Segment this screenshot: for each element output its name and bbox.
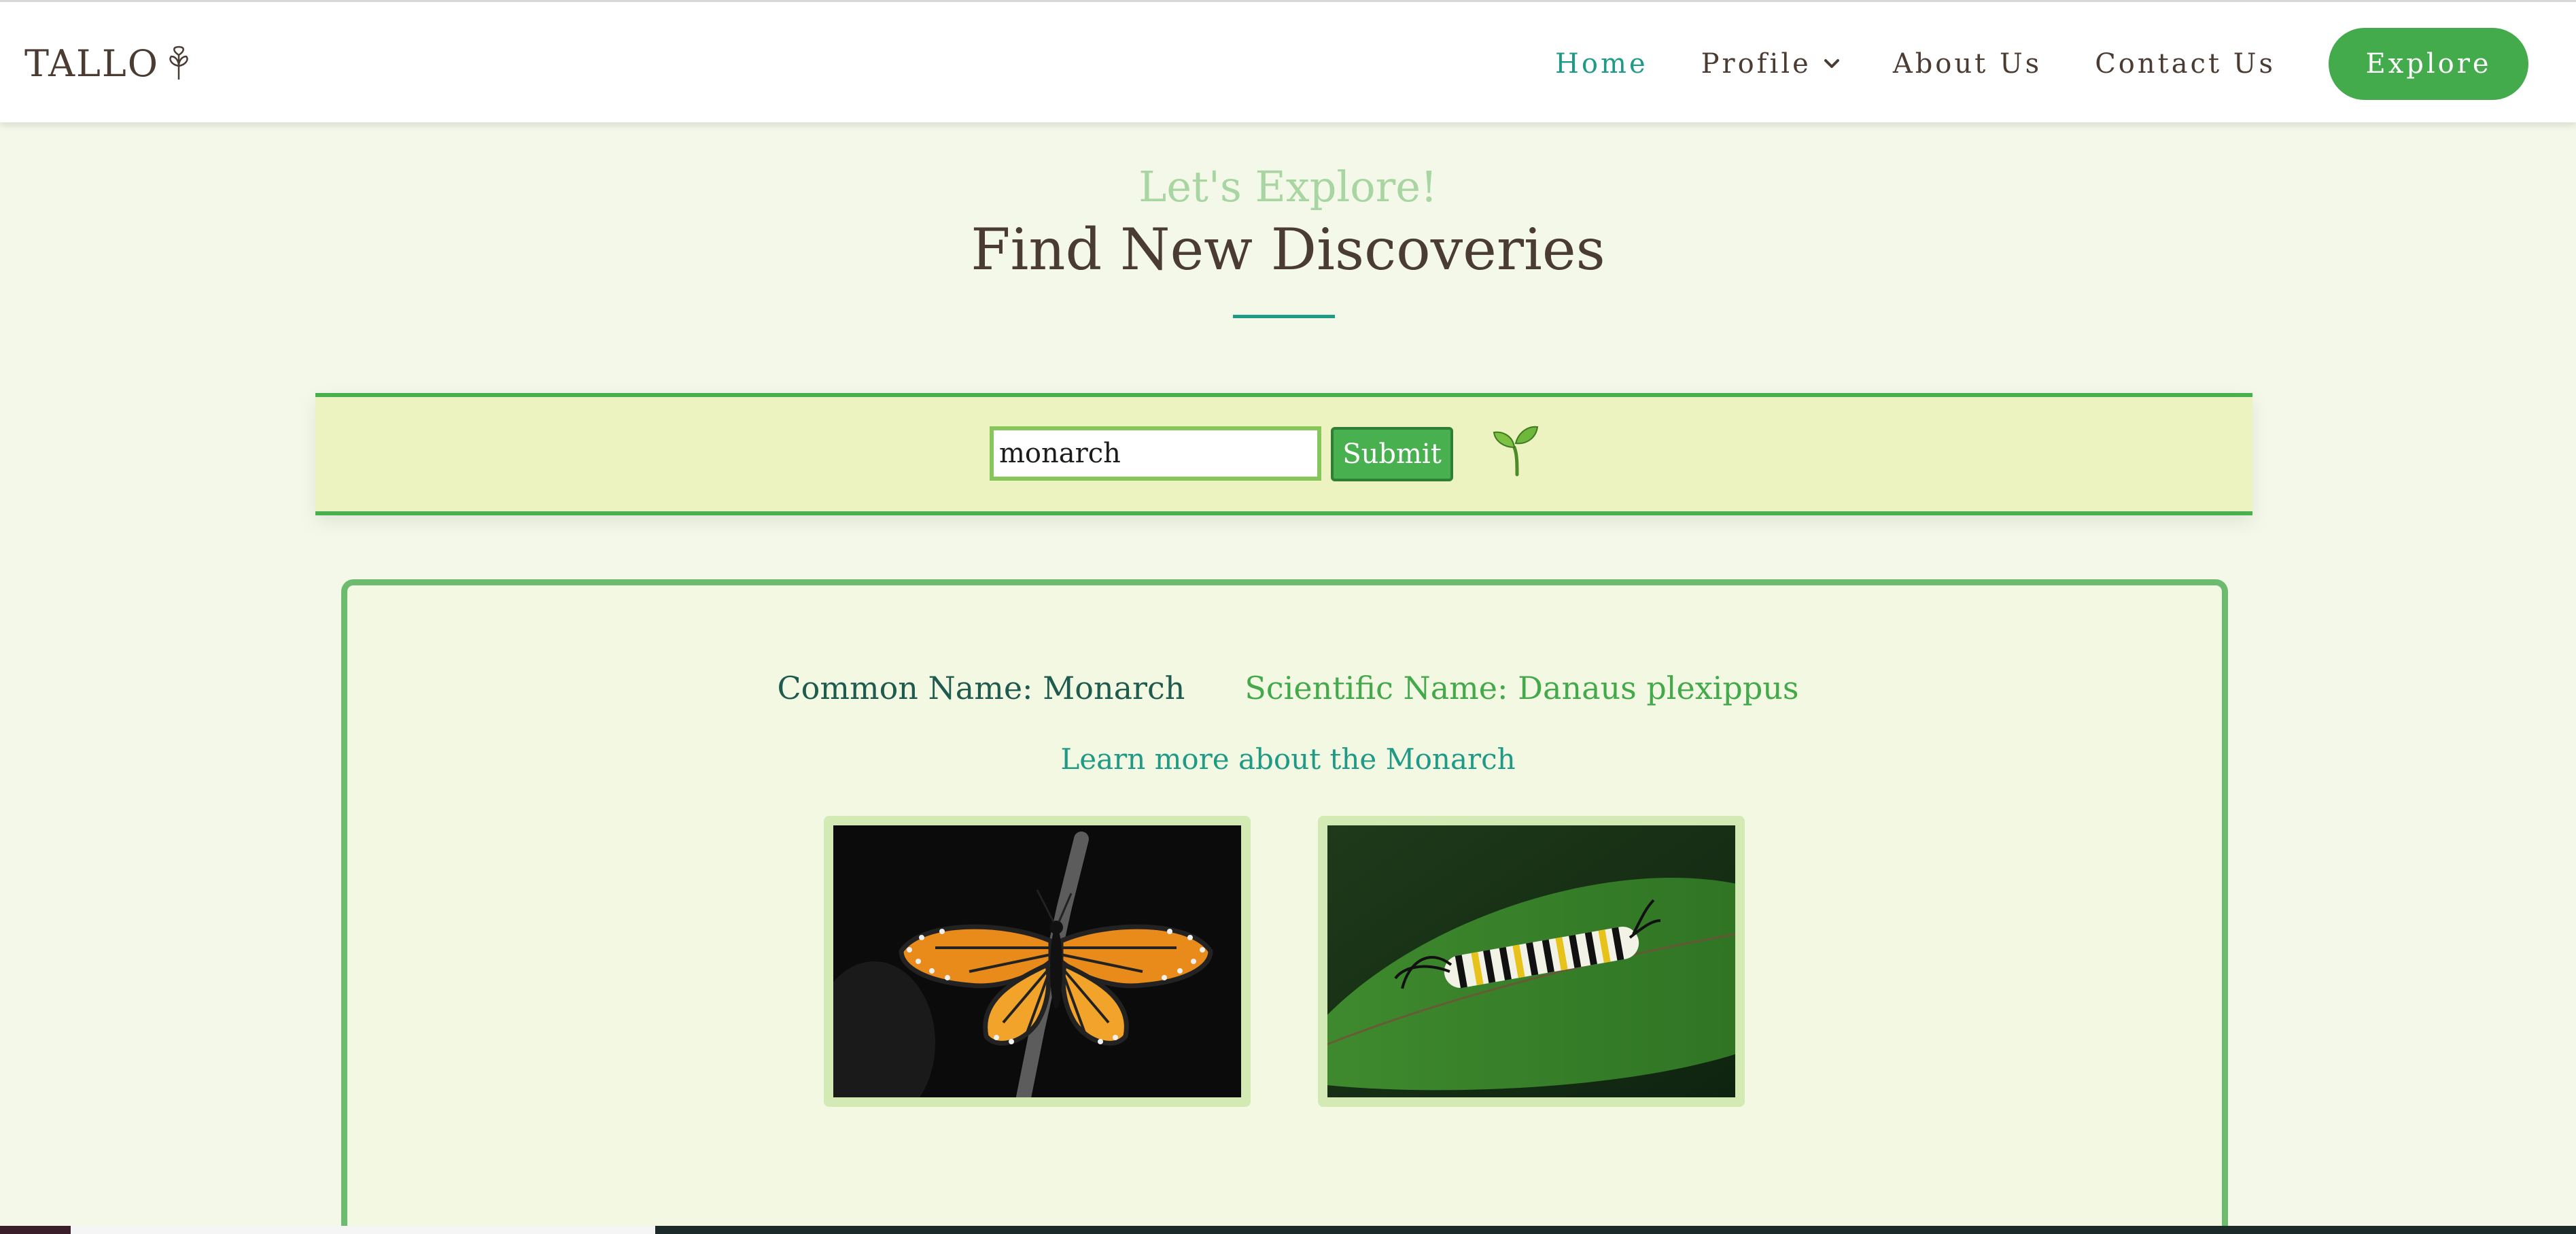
explore-button[interactable]: Explore — [2329, 28, 2528, 100]
page-title: Find New Discoveries — [971, 216, 1605, 283]
learn-more-link[interactable]: Learn more about the Monarch — [0, 742, 2576, 776]
hero-subtitle: Let's Explore! — [1138, 162, 1438, 211]
brand-logo[interactable]: TALLO — [24, 39, 193, 87]
search-input[interactable] — [990, 426, 1321, 481]
main-nav: Home Profile About Us Contact Us Explore — [1502, 28, 2528, 100]
leaf-icon — [169, 46, 188, 80]
nav-contact-link[interactable]: Contact Us — [2095, 48, 2276, 80]
species-names: Common Name: Monarch Scientific Name: Da… — [0, 670, 2576, 706]
brand-name: TALLO — [24, 41, 160, 85]
common-name: Common Name: Monarch — [777, 670, 1185, 706]
monarch-caterpillar-image — [1327, 825, 1735, 1097]
chevron-down-icon — [1824, 59, 1839, 68]
scientific-name: Scientific Name: Danaus plexippus — [1245, 670, 1799, 706]
caterpillar-photo-frame — [1318, 816, 1745, 1107]
nav-about-link[interactable]: About Us — [1893, 48, 2042, 80]
taskbar-segment — [71, 1226, 655, 1234]
taskbar-strip — [0, 1226, 2576, 1234]
search-bar: Submit — [315, 393, 2252, 515]
nav-profile-dropdown[interactable]: Profile — [1701, 48, 1840, 80]
nav-profile-label: Profile — [1701, 48, 1811, 80]
taskbar-segment — [0, 1226, 71, 1234]
nav-home-link[interactable]: Home — [1555, 48, 1648, 80]
top-navbar: TALLO Home Profile About Us Contact Us E… — [0, 0, 2576, 122]
butterfly-photo-frame — [824, 816, 1251, 1107]
monarch-butterfly-image — [833, 825, 1241, 1097]
submit-button[interactable]: Submit — [1331, 427, 1453, 481]
title-underline-divider — [1233, 315, 1335, 318]
sprout-icon — [1493, 426, 1539, 477]
